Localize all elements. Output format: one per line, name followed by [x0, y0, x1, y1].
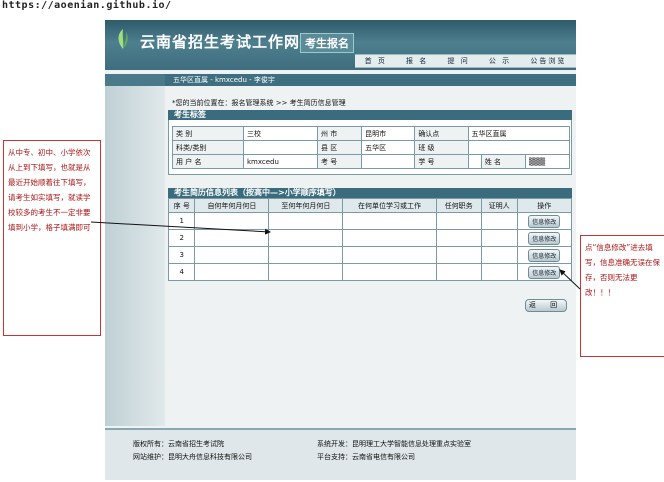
annotation-arrows	[90, 221, 581, 290]
right-arrow	[559, 269, 581, 290]
left-arrow	[90, 221, 271, 235]
